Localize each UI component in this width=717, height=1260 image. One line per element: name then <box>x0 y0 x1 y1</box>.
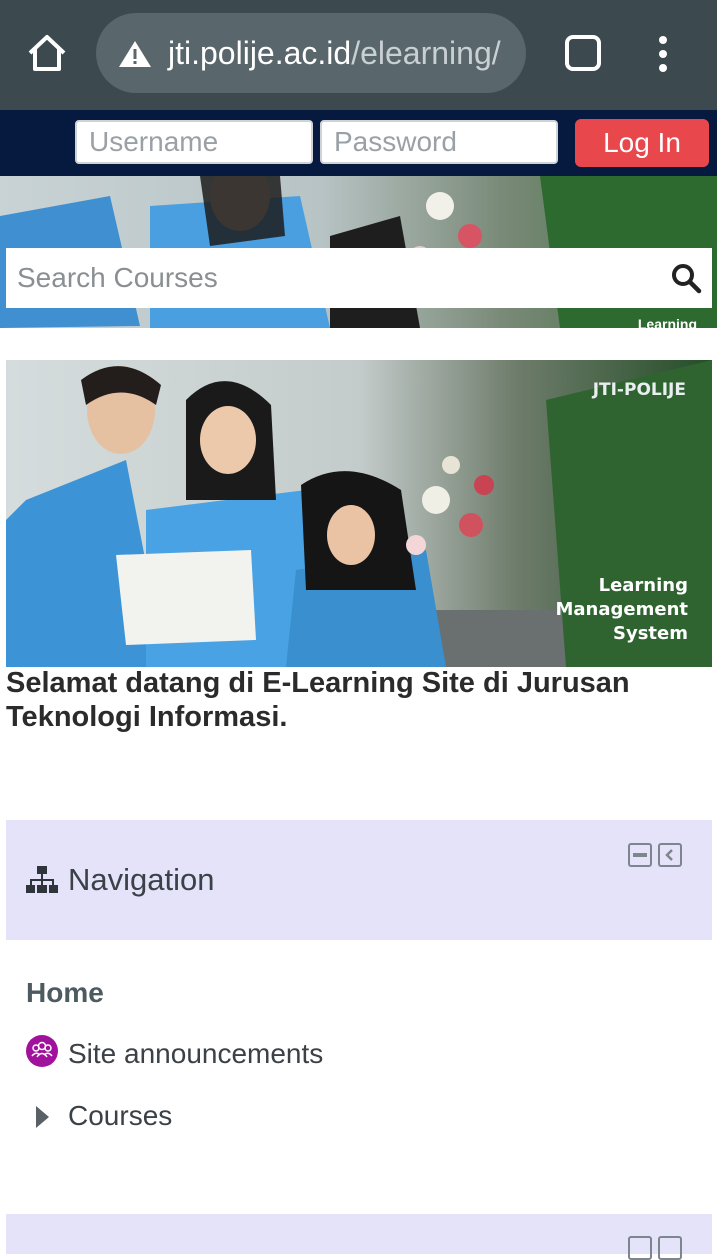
welcome-text: Selamat datang di E-Learning Site di Jur… <box>6 667 630 733</box>
tabs-icon[interactable] <box>565 35 601 71</box>
banner-line-3: System <box>613 623 688 644</box>
minimize-block-icon[interactable] <box>628 1236 652 1260</box>
banner-line-2: Management <box>555 599 689 620</box>
search-icon[interactable] <box>670 262 702 294</box>
navigation-title: Navigation <box>68 862 215 897</box>
sitemap-icon <box>26 866 58 893</box>
lms-banner-image: JTI-POLIJE Learning Management System <box>6 360 712 667</box>
address-bar[interactable]: jti.polije.ac.id/elearning/ <box>96 13 526 93</box>
navigation-block-header: Navigation <box>6 820 712 940</box>
caret-right-icon[interactable] <box>36 1106 49 1128</box>
url-text: jti.polije.ac.id/elearning/ <box>168 35 501 71</box>
login-bar: Username Password Log In <box>0 110 717 176</box>
menu-icon[interactable] <box>650 36 676 72</box>
minimize-block-icon[interactable] <box>628 843 652 867</box>
dock-block-icon[interactable] <box>658 1236 682 1260</box>
browser-toolbar: jti.polije.ac.id/elearning/ <box>0 0 717 110</box>
nav-site-announcements[interactable]: Site announcements <box>68 1038 323 1070</box>
banner-brand: JTI-POLIJE <box>592 380 686 400</box>
search-courses-box[interactable]: Search Courses <box>6 248 712 308</box>
home-icon[interactable] <box>26 33 68 73</box>
banner-line-1: Learning <box>598 575 688 596</box>
login-button[interactable]: Log In <box>575 119 709 167</box>
users-icon <box>26 1035 58 1067</box>
hero-caption: Learning <box>637 316 697 328</box>
warning-icon[interactable] <box>118 39 152 69</box>
header-hero-image: Search Courses Learning <box>0 176 717 328</box>
dock-block-icon[interactable] <box>658 843 682 867</box>
nav-courses[interactable]: Courses <box>68 1100 172 1132</box>
password-field[interactable]: Password <box>320 120 558 164</box>
username-field[interactable]: Username <box>75 120 313 164</box>
next-block-header <box>6 1214 712 1260</box>
search-input[interactable]: Search Courses <box>17 261 218 295</box>
nav-home-link[interactable]: Home <box>26 977 104 1009</box>
